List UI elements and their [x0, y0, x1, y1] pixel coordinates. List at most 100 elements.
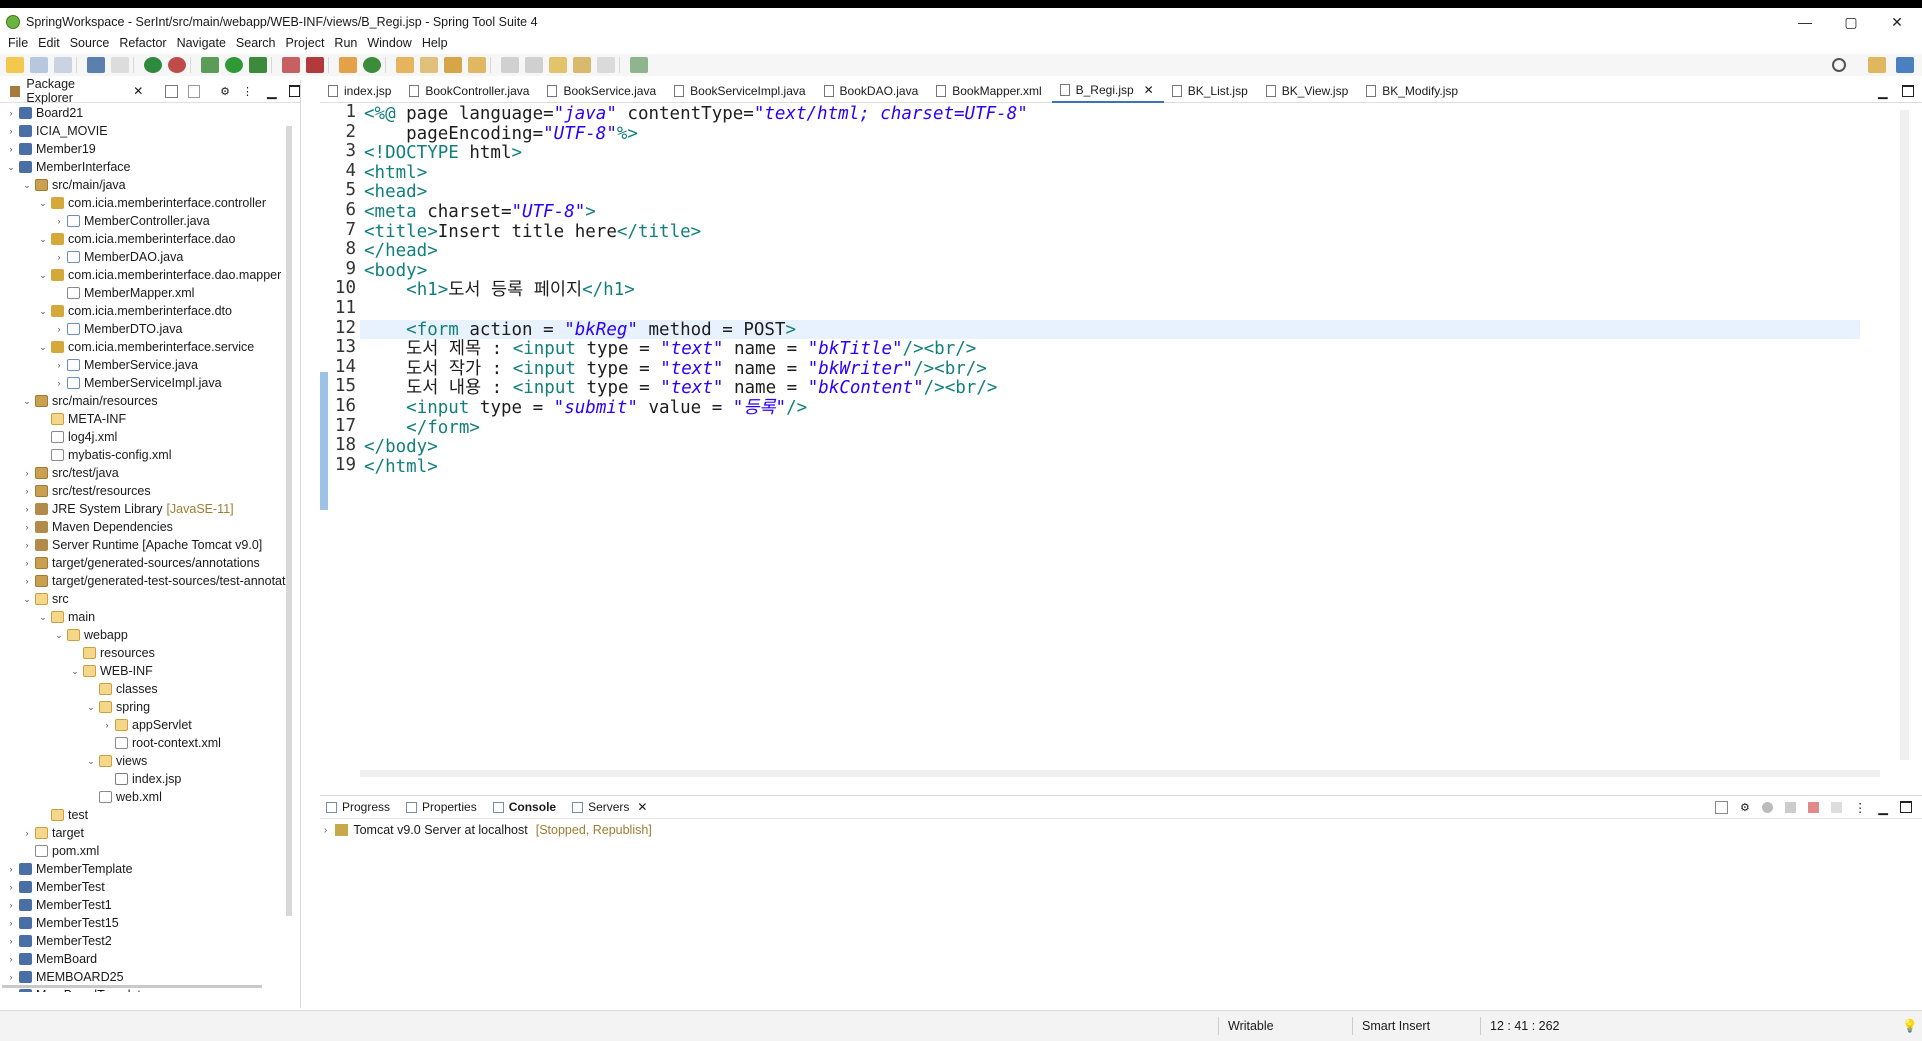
- back-icon[interactable]: [573, 57, 591, 73]
- tree-item[interactable]: › Board21: [6, 104, 84, 122]
- pin-editor-icon[interactable]: [630, 57, 648, 73]
- editor-tab[interactable]: BookController.java: [401, 80, 539, 102]
- chevron-right-icon[interactable]: ›: [6, 882, 16, 892]
- console-tab[interactable]: Servers ✕: [566, 796, 657, 818]
- console-tab[interactable]: Console: [487, 796, 566, 818]
- console-tab[interactable]: Progress: [320, 796, 400, 818]
- close-icon[interactable]: ✕: [133, 84, 143, 98]
- tree-item[interactable]: ⌄ com.icia.memberinterface.controller: [38, 194, 266, 212]
- chevron-down-icon[interactable]: ⌄: [86, 702, 96, 713]
- editor-h-scrollbar[interactable]: [360, 770, 1880, 777]
- chevron-right-icon[interactable]: ›: [6, 918, 16, 928]
- tree-item[interactable]: web.xml: [86, 788, 162, 806]
- search-tool-icon[interactable]: [444, 57, 462, 73]
- new-icon[interactable]: [6, 57, 24, 73]
- chevron-down-icon[interactable]: ⌄: [86, 756, 96, 767]
- profile-server-icon[interactable]: [1784, 801, 1796, 813]
- menu-file[interactable]: File: [8, 36, 28, 50]
- chevron-down-icon[interactable]: ⌄: [38, 234, 48, 245]
- boot-dashboard-icon[interactable]: [144, 57, 162, 73]
- disconnect-icon[interactable]: [306, 57, 324, 73]
- filter-icon[interactable]: ⚙: [220, 85, 230, 98]
- maximize-view-icon[interactable]: [288, 85, 300, 97]
- chevron-right-icon[interactable]: ›: [22, 486, 32, 496]
- new-class-icon[interactable]: [363, 57, 381, 73]
- tree-item[interactable]: › Maven Dependencies: [22, 518, 173, 536]
- chevron-down-icon[interactable]: ⌄: [22, 180, 32, 191]
- tree-item[interactable]: › MEMBOARD25: [6, 968, 124, 986]
- tree-item[interactable]: › MemberTest15: [6, 914, 119, 932]
- tree-item[interactable]: ⌄ src: [22, 590, 68, 608]
- chevron-right-icon[interactable]: ›: [22, 522, 32, 532]
- skip-breakpoints-icon[interactable]: [111, 57, 129, 73]
- minimize-view-icon[interactable]: ▁: [267, 84, 277, 99]
- tree-item[interactable]: pom.xml: [22, 842, 99, 860]
- run-icon[interactable]: [225, 57, 243, 73]
- save-icon[interactable]: [30, 57, 48, 73]
- publish-icon[interactable]: [1830, 801, 1842, 813]
- view-menu-icon[interactable]: ⋮: [1854, 800, 1867, 815]
- tree-item[interactable]: ⌄ MemberInterface: [6, 158, 130, 176]
- save-all-icon[interactable]: [54, 57, 72, 73]
- tree-item[interactable]: index.jsp: [102, 770, 181, 788]
- maximize-view-icon[interactable]: [1901, 85, 1914, 97]
- menu-refactor[interactable]: Refactor: [119, 36, 166, 50]
- last-edit-icon[interactable]: [549, 57, 567, 73]
- menu-run[interactable]: Run: [334, 36, 357, 50]
- view-menu-icon[interactable]: ⋮: [242, 85, 253, 98]
- tree-item[interactable]: › ICIA_MOVIE: [6, 122, 108, 140]
- editor-v-scrollbar[interactable]: [1900, 110, 1909, 760]
- chevron-right-icon[interactable]: ›: [22, 540, 32, 550]
- editor-tab[interactable]: BK_View.jsp: [1258, 80, 1359, 102]
- tree-item[interactable]: › JRE System Library [JavaSE-11]: [22, 500, 234, 518]
- tree-item[interactable]: classes: [86, 680, 158, 698]
- minimize-view-icon[interactable]: ▁: [1878, 800, 1888, 815]
- server-row[interactable]: › Tomcat v9.0 Server at localhost [Stopp…: [324, 823, 652, 837]
- tree-item[interactable]: ⌄ WEB-INF: [70, 662, 153, 680]
- menu-source[interactable]: Source: [70, 36, 110, 50]
- editor-tab[interactable]: BK_Modify.jsp: [1358, 80, 1468, 102]
- start-server-icon[interactable]: [1761, 801, 1773, 813]
- tree-item[interactable]: ⌄ src/main/java: [22, 176, 125, 194]
- tree-item[interactable]: ⌄ views: [86, 752, 147, 770]
- lightbulb-icon[interactable]: 💡: [1902, 1019, 1918, 1034]
- open-perspective-icon[interactable]: [1868, 57, 1886, 73]
- terminal-icon[interactable]: [87, 57, 105, 73]
- chevron-right-icon[interactable]: ›: [6, 108, 16, 118]
- explorer-h-scrollbar[interactable]: [2, 985, 262, 988]
- tree-item[interactable]: › MemberTemplate: [6, 860, 133, 878]
- menu-search[interactable]: Search: [236, 36, 276, 50]
- close-icon[interactable]: ✕: [1144, 83, 1154, 97]
- chevron-right-icon[interactable]: ›: [22, 828, 32, 838]
- minimize-view-icon[interactable]: ▁: [1878, 84, 1888, 99]
- tree-item[interactable]: › MemberTest: [6, 878, 105, 896]
- tree-item[interactable]: META-INF: [38, 410, 126, 428]
- chevron-right-icon[interactable]: ›: [54, 252, 64, 262]
- chevron-right-icon[interactable]: ›: [54, 378, 64, 388]
- close-icon[interactable]: ✕: [637, 800, 647, 814]
- tree-item[interactable]: › Server Runtime [Apache Tomcat v9.0]: [22, 536, 263, 554]
- menu-edit[interactable]: Edit: [38, 36, 60, 50]
- tree-item[interactable]: mybatis-config.xml: [38, 446, 172, 464]
- editor-tab[interactable]: BookMapper.xml: [928, 80, 1051, 102]
- chevron-right-icon[interactable]: ›: [6, 936, 16, 946]
- chevron-right-icon[interactable]: ›: [54, 360, 64, 370]
- menu-window[interactable]: Window: [367, 36, 411, 50]
- prev-annotation-icon[interactable]: [525, 57, 543, 73]
- chevron-down-icon[interactable]: ⌄: [54, 630, 64, 641]
- search-icon[interactable]: [1832, 58, 1846, 72]
- menu-navigate[interactable]: Navigate: [177, 36, 226, 50]
- chevron-right-icon[interactable]: ›: [54, 216, 64, 226]
- debug-icon[interactable]: [201, 57, 219, 73]
- forward-icon[interactable]: [597, 57, 615, 73]
- tree-item[interactable]: ⌄ spring: [86, 698, 150, 716]
- spring-icon[interactable]: [168, 57, 186, 73]
- chevron-right-icon[interactable]: ›: [54, 324, 64, 334]
- tree-item[interactable]: › MemberDAO.java: [54, 248, 184, 266]
- stop-icon[interactable]: [282, 57, 300, 73]
- tree-item[interactable]: › appServlet: [102, 716, 192, 734]
- chevron-down-icon[interactable]: ⌄: [38, 342, 48, 353]
- tree-item[interactable]: › MemBoard: [6, 950, 98, 968]
- run-external-icon[interactable]: [249, 57, 267, 73]
- collapse-all-icon[interactable]: [165, 84, 178, 98]
